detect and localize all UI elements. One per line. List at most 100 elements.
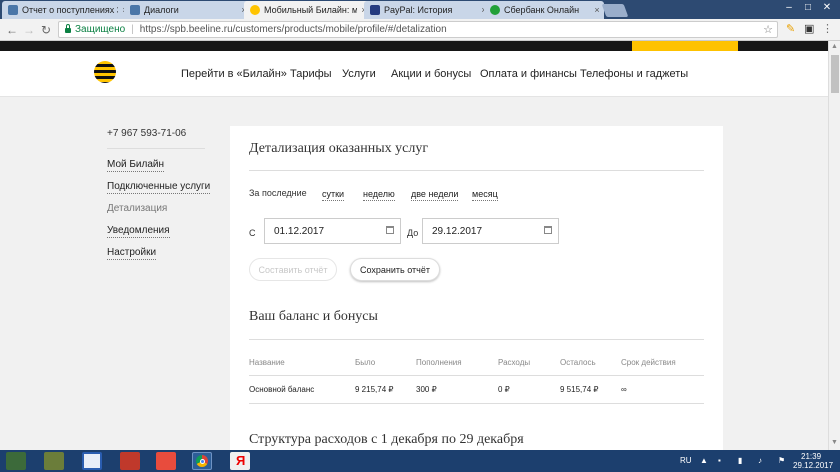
period-week-link[interactable]: неделю (363, 189, 395, 201)
back-arrow-icon[interactable]: ← (5, 23, 19, 37)
top-yellow-button[interactable] (632, 41, 738, 51)
sidebar-divider (107, 148, 205, 149)
extension-icon[interactable]: ✎ (786, 22, 795, 35)
menu-item-payments[interactable]: Оплата и финансы (480, 68, 577, 80)
tab-beeline[interactable]: Мобильный Билайн: мо × (244, 1, 371, 19)
yandex-browser-icon[interactable]: Я (230, 452, 250, 470)
sidebar-item-connected-services[interactable]: Подключенные услуги (107, 181, 211, 194)
paypal-favicon-icon (370, 5, 380, 15)
account-phone-number: +7 967 593-71-06 (107, 128, 187, 139)
menu-item-promotions[interactable]: Акции и бонусы (391, 68, 471, 80)
beeline-favicon-icon (250, 5, 260, 15)
lock-icon (65, 24, 71, 33)
extension-puzzle-icon[interactable]: ▣ (804, 22, 814, 35)
period-two-weeks-link[interactable]: две недели (411, 189, 459, 201)
maximize-icon[interactable]: □ (801, 2, 815, 13)
row-spent: 0 ₽ (498, 385, 510, 394)
row-expiry: ∞ (621, 385, 627, 394)
to-date-value: 29.12.2017 (432, 225, 483, 237)
vk-favicon-icon (130, 5, 140, 15)
bookmark-star-icon[interactable]: ☆ (763, 23, 773, 36)
col-header-was: Было (355, 358, 376, 367)
table-row-divider (249, 403, 704, 404)
to-date-input[interactable]: 29.12.2017 (422, 218, 559, 244)
tab-paypal[interactable]: PayPal: История × (364, 1, 491, 19)
row-was: 9 215,74 ₽ (355, 385, 394, 394)
from-label: С (249, 228, 256, 238)
scroll-up-icon[interactable]: ▲ (831, 43, 838, 50)
menu-item-tariffs[interactable]: Тарифы (290, 68, 332, 80)
app-d-icon[interactable] (82, 452, 102, 470)
minimize-icon[interactable]: – (782, 2, 796, 13)
site-header: Перейти в «Билайн» Тарифы Услуги Акции и… (0, 51, 828, 97)
row-topup: 300 ₽ (416, 385, 437, 394)
reload-icon[interactable]: ↻ (39, 23, 53, 37)
chart-app-icon[interactable] (120, 452, 140, 470)
page-scrollbar[interactable]: ▲ ▼ (828, 41, 840, 450)
tab-sberbank[interactable]: Сбербанк Онлайн × (484, 1, 604, 19)
calendar-icon[interactable] (544, 226, 552, 234)
tray-arrow-icon[interactable]: ▲ (700, 456, 708, 465)
detalization-title: Детализация оказанных услуг (249, 141, 429, 156)
from-date-value: 01.12.2017 (274, 225, 325, 237)
calendar-icon[interactable] (386, 226, 394, 234)
tab-title: Мобильный Билайн: мо (264, 5, 357, 15)
save-report-button[interactable]: Сохранить отчёт (350, 258, 440, 281)
balance-title: Ваш баланс и бонусы (249, 309, 378, 324)
menu-item-phones[interactable]: Телефоны и гаджеты (580, 68, 688, 80)
clock-time[interactable]: 21:39 (801, 452, 821, 461)
row-left: 9 515,74 ₽ (560, 385, 599, 394)
browser-menu-icon[interactable]: ⋮ (822, 22, 833, 35)
col-header-name: Название (249, 358, 285, 367)
secure-label: Защищено (75, 24, 126, 35)
chrome-icon[interactable] (192, 452, 212, 470)
flag-icon[interactable]: ⚑ (778, 456, 785, 465)
url-separator: | (131, 24, 134, 35)
title-divider (249, 170, 704, 171)
col-header-spent: Расходы (498, 358, 531, 367)
sidebar-item-my-beeline[interactable]: Мой Билайн (107, 159, 165, 172)
tab-title: PayPal: История (384, 5, 453, 15)
menu-item-goto-beeline[interactable]: Перейти в «Билайн» (181, 68, 287, 80)
period-label: За последние (249, 188, 307, 198)
col-header-left: Осталось (560, 358, 596, 367)
sidebar-item-detalization: Детализация (107, 203, 168, 214)
compose-report-button[interactable]: Составить отчёт (249, 258, 337, 281)
beeline-logo[interactable] (94, 61, 116, 83)
windows-taskbar: Я RU ▲ ▪ ▮ ♪ ⚑ 21:39 29.12.2017 (0, 450, 840, 472)
start-icon[interactable] (6, 452, 26, 470)
period-month-link[interactable]: месяц (472, 189, 498, 201)
address-bar-row: ← → ↻ Защищено | https://spb.beeline.ru/… (0, 19, 840, 41)
balance-divider (249, 339, 704, 340)
to-label: До (407, 228, 419, 238)
url-text: https://spb.beeline.ru/customers/product… (139, 24, 447, 35)
tab-vk-report[interactable]: Отчет о поступлениях 3 × (2, 1, 132, 19)
forward-arrow-icon[interactable]: → (22, 23, 36, 37)
language-indicator[interactable]: RU (680, 456, 692, 465)
scrollbar-thumb[interactable] (831, 55, 839, 93)
col-header-topup: Пополнения (416, 358, 462, 367)
detalization-card: Детализация оказанных услуг За последние… (230, 126, 723, 456)
clock-date[interactable]: 29.12.2017 (793, 461, 833, 470)
tab-dialogs[interactable]: Диалоги × (124, 1, 251, 19)
col-header-expiry: Срок действия (621, 358, 676, 367)
structure-title: Структура расходов с 1 декабря по 29 дек… (249, 432, 524, 447)
menu-item-services[interactable]: Услуги (342, 68, 376, 80)
window-close-icon[interactable]: ✕ (820, 2, 834, 13)
sidebar-item-notifications[interactable]: Уведомления (107, 225, 170, 238)
period-day-link[interactable]: сутки (322, 189, 345, 201)
new-tab-button[interactable] (601, 4, 629, 17)
from-date-input[interactable]: 01.12.2017 (264, 218, 401, 244)
file-manager-icon[interactable] (44, 452, 64, 470)
scroll-down-icon[interactable]: ▼ (831, 439, 838, 446)
browser-tab-strip: Отчет о поступлениях 3 × Диалоги × Мобил… (0, 0, 840, 19)
sidebar-item-settings[interactable]: Настройки (107, 247, 157, 260)
network-icon[interactable]: ▮ (738, 456, 742, 465)
tray-app-icon[interactable]: ▪ (718, 456, 721, 465)
table-header-divider (249, 375, 704, 376)
tab-title: Диалоги (144, 5, 179, 15)
app-w-icon[interactable] (156, 452, 176, 470)
url-input[interactable]: Защищено | https://spb.beeline.ru/custom… (58, 21, 778, 38)
volume-icon[interactable]: ♪ (758, 456, 762, 465)
sberbank-favicon-icon (490, 5, 500, 15)
